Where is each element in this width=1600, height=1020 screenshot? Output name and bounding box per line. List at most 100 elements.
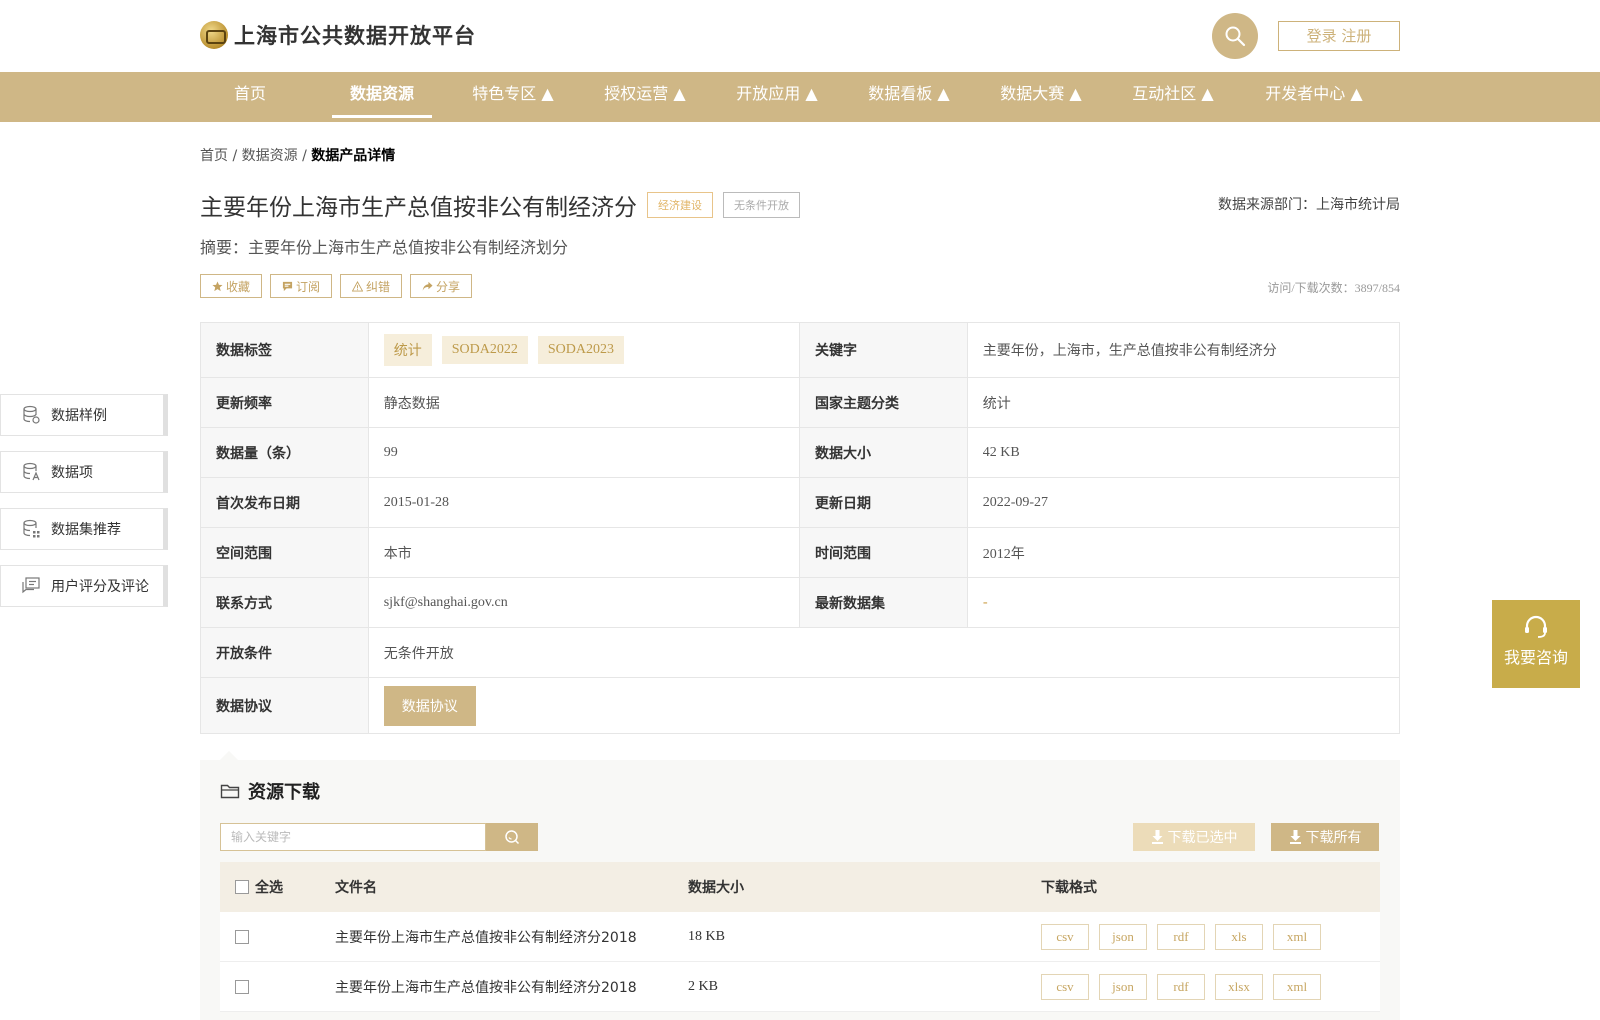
nav-item-special-zone[interactable]: 特色专区 ▲ — [466, 72, 560, 122]
search-button[interactable] — [1212, 13, 1258, 59]
page-title: 主要年份上海市生产总值按非公有制经济分 — [200, 195, 637, 221]
select-all-checkbox[interactable] — [235, 880, 249, 894]
breadcrumb-home[interactable]: 首页 — [200, 148, 228, 164]
data-agreement-button[interactable]: 数据协议 — [383, 685, 476, 726]
format-download-button[interactable]: xlsx — [1215, 973, 1263, 1000]
nav-item-developer[interactable]: 开发者中心 ▲ — [1258, 72, 1370, 122]
side-item-label: 数据样例 — [51, 408, 107, 424]
download-icon — [1151, 830, 1163, 844]
nav-item-community[interactable]: 互动社区 ▲ — [1126, 72, 1220, 122]
comment-icon — [22, 577, 40, 594]
favorite-button[interactable]: 收藏 — [200, 274, 263, 298]
row-checkbox[interactable] — [235, 929, 249, 944]
format-download-button[interactable]: json — [1099, 973, 1147, 1000]
resource-search-button[interactable] — [486, 823, 538, 851]
nav-item-home[interactable]: 首页 — [226, 72, 274, 122]
nav-item-dashboard[interactable]: 数据看板 ▲ — [862, 72, 956, 122]
logo-emblem-icon — [200, 21, 228, 49]
info-row: 联系方式 sjkf@shanghai.gov.cn 最新数据集 - — [201, 578, 1399, 628]
breadcrumb-data-resources[interactable]: 数据资源 — [242, 148, 298, 164]
subscribe-icon — [282, 281, 293, 291]
tags-label: 数据标签 — [201, 323, 369, 377]
action-bar: 收藏 订阅 纠错 分享 — [200, 274, 473, 298]
download-all-label: 下载所有 — [1305, 830, 1362, 846]
info-row: 数据协议 数据协议 — [201, 678, 1399, 733]
latest-dataset-value[interactable]: - — [968, 578, 1399, 627]
database-recommend-icon — [23, 519, 40, 538]
breadcrumb-current: 数据产品详情 — [311, 148, 396, 164]
row-select-cell — [220, 929, 335, 944]
share-button[interactable]: 分享 — [410, 274, 473, 298]
spatial-range-value: 本市 — [369, 528, 800, 577]
latest-dataset-label: 最新数据集 — [800, 578, 968, 627]
consult-label: 我要咨询 — [1503, 648, 1568, 667]
subscribe-button[interactable]: 订阅 — [270, 274, 333, 298]
side-item-ratings-comments[interactable]: 用户评分及评论 — [0, 565, 168, 607]
site-logo[interactable]: 上海市公共数据开放平台 — [200, 20, 476, 50]
download-icon — [1289, 830, 1301, 844]
side-item-data-sample[interactable]: 数据样例 — [0, 394, 168, 436]
resource-search-input[interactable] — [220, 823, 486, 851]
resource-table: 全选 文件名 数据大小 下载格式 主要年份上海市生产总值按非公有制经济分2018… — [220, 862, 1380, 1012]
format-download-button[interactable]: json — [1099, 923, 1147, 950]
info-row: 开放条件 无条件开放 — [201, 628, 1399, 678]
filename-header: 文件名 — [335, 880, 377, 896]
side-item-data-fields[interactable]: 数据项 — [0, 451, 168, 493]
visit-download-count: 访问/下载次数：3897/854 — [1267, 281, 1400, 295]
report-error-button[interactable]: 纠错 — [340, 274, 403, 298]
format-download-button[interactable]: csv — [1041, 923, 1089, 950]
nav-item-data-resources[interactable]: 数据资源 — [332, 72, 432, 122]
data-tag-chip[interactable]: SODA2023 — [537, 336, 624, 364]
open-type-tag: 无条件开放 — [723, 192, 800, 218]
national-theme-value: 统计 — [982, 395, 1011, 412]
data-tag-chip[interactable]: SODA2022 — [441, 336, 528, 364]
format-download-button[interactable]: xml — [1273, 923, 1321, 950]
nav-item-competition[interactable]: 数据大赛 ▲ — [994, 72, 1088, 122]
site-title: 上海市公共数据开放平台 — [234, 24, 476, 48]
contact-label: 联系方式 — [201, 578, 369, 627]
data-size-value: 42 KB — [982, 444, 1020, 460]
download-selected-label: 下载已选中 — [1167, 830, 1238, 846]
row-select-cell — [220, 979, 335, 994]
headset-icon — [1525, 615, 1547, 638]
table-row: 主要年份上海市生产总值按非公有制经济分2018 18 KB csv json r… — [220, 912, 1380, 962]
formats-cell: csv json rdf xls xml — [1041, 923, 1380, 950]
tags-value: 统计 SODA2022 SODA2023 — [369, 323, 800, 377]
filename-cell: 主要年份上海市生产总值按非公有制经济分2018 — [335, 979, 637, 996]
download-selected-button[interactable]: 下载已选中 — [1133, 823, 1255, 851]
consult-button[interactable]: 我要咨询 — [1492, 600, 1580, 688]
side-menu: 数据样例 数据项 数据集推荐 用户评分及评论 — [0, 394, 168, 622]
breadcrumb-separator: / — [297, 148, 312, 164]
spatial-range-label: 空间范围 — [201, 528, 369, 577]
format-download-button[interactable]: csv — [1041, 973, 1089, 1000]
star-icon — [212, 280, 223, 291]
download-all-button[interactable]: 下载所有 — [1271, 823, 1379, 851]
select-all-cell: 全选 — [220, 877, 335, 897]
record-count-label: 数据量（条） — [201, 428, 369, 477]
time-range-value: 2012年 — [982, 546, 1025, 562]
row-checkbox[interactable] — [235, 979, 249, 994]
agreement-value: 数据协议 — [369, 678, 1399, 733]
side-item-label: 用户评分及评论 — [51, 579, 149, 595]
login-register-button[interactable]: 登录 注册 — [1278, 21, 1400, 51]
nav-item-authorized-ops[interactable]: 授权运营 ▲ — [598, 72, 692, 122]
side-item-dataset-recommend[interactable]: 数据集推荐 — [0, 508, 168, 550]
table-row: 主要年份上海市生产总值按非公有制经济分2018 2 KB csv json rd… — [220, 962, 1380, 1012]
category-tag: 经济建设 — [647, 192, 713, 218]
format-download-button[interactable]: rdf — [1157, 973, 1205, 1000]
table-header: 全选 文件名 数据大小 下载格式 — [220, 862, 1380, 912]
share-label: 分享 — [436, 279, 461, 294]
info-row: 数据标签 统计 SODA2022 SODA2023 关键字 主要年份，上海市，生… — [201, 323, 1399, 378]
data-tag-chip[interactable]: 统计 — [383, 334, 432, 366]
format-download-button[interactable]: xls — [1215, 923, 1263, 950]
format-download-button[interactable]: rdf — [1157, 923, 1205, 950]
search-icon — [505, 830, 520, 845]
size-cell: 18 KB — [688, 928, 725, 944]
nav-item-open-apps[interactable]: 开放应用 ▲ — [730, 72, 824, 122]
contact-value: sjkf@shanghai.gov.cn — [369, 578, 800, 627]
size-header: 数据大小 — [688, 880, 744, 896]
format-download-button[interactable]: xml — [1273, 973, 1321, 1000]
select-all-label: 全选 — [255, 880, 283, 896]
update-frequency-label: 更新频率 — [201, 378, 369, 427]
share-icon — [422, 281, 433, 291]
